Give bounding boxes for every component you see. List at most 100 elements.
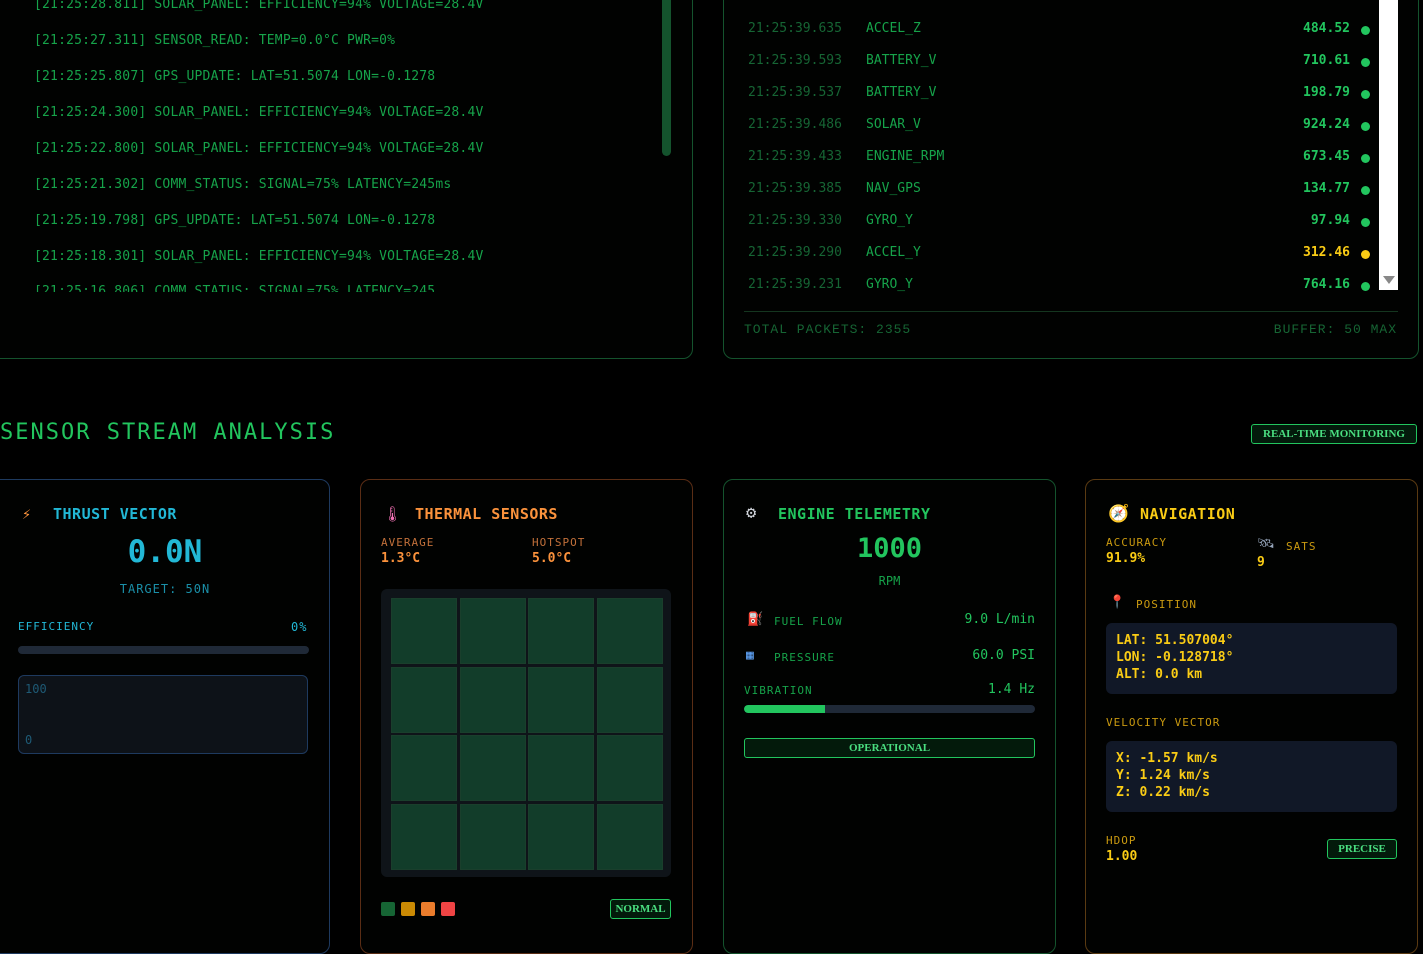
operational-badge: OPERATIONAL: [744, 738, 1035, 758]
efficiency-bar: [18, 646, 309, 654]
log-line: [21:25:21.302] COMM_STATUS: SIGNAL=75% L…: [34, 177, 452, 192]
packet-value: 673.45: [1303, 149, 1350, 164]
vibration-bar-fill: [744, 705, 826, 713]
rpm-value: 1000: [856, 533, 923, 564]
packet-row: 21:25:39.486 SOLAR_V 924.24: [748, 117, 1378, 137]
scroll-down-arrow-icon[interactable]: [1383, 276, 1395, 284]
velocity-z: Z: 0.22 km/s: [1116, 785, 1210, 800]
status-dot-icon: [1361, 122, 1370, 131]
heat-cell: [459, 666, 526, 733]
vibration-bar: [744, 705, 1035, 713]
status-dot-icon: [1361, 250, 1370, 259]
heat-cell: [596, 666, 663, 733]
packet-time: 21:25:39.330: [748, 213, 842, 228]
thrust-title: THRUST VECTOR: [53, 505, 177, 523]
heat-cell: [528, 803, 594, 870]
status-dot-icon: [1361, 58, 1370, 67]
packet-value: 312.46: [1303, 245, 1350, 260]
sats-value: 9: [1257, 555, 1265, 570]
position-box: LAT: 51.507004° LON: -0.128718° ALT: 0.0…: [1106, 623, 1397, 694]
packet-sensor: ACCEL_Z: [866, 21, 921, 36]
thermal-title: THERMAL SENSORS: [415, 505, 558, 523]
status-dot-icon: [1361, 282, 1370, 291]
packet-time: 21:25:39.635: [748, 21, 842, 36]
accuracy-value: 91.9%: [1106, 551, 1146, 566]
status-dot-icon: [1361, 154, 1370, 163]
compass-icon: 🧭: [1108, 504, 1130, 524]
realtime-monitoring-badge: REAL-TIME MONITORING: [1251, 424, 1417, 444]
packet-value: 97.94: [1310, 213, 1350, 228]
log-line: [21:25:19.798] GPS_UPDATE: LAT=51.5074 L…: [34, 213, 436, 228]
heat-cell: [528, 735, 594, 801]
thermal-status-badge: NORMAL: [610, 899, 671, 919]
hotspot-label: HOTSPOT: [532, 536, 586, 549]
heat-cell: [459, 735, 526, 801]
packet-time: 21:25:39.290: [748, 245, 842, 260]
legend-swatch: [401, 902, 415, 916]
packet-time: 21:25:39.486: [748, 117, 842, 132]
engine-title: ENGINE TELEMETRY: [778, 505, 931, 523]
vibration-value: 1.4 Hz: [988, 682, 1035, 697]
gear-icon: ⚙: [746, 503, 757, 523]
fuel-flow-value: 9.0 L/min: [964, 612, 1035, 627]
log-line: [21:25:24.300] SOLAR_PANEL: EFFICIENCY=9…: [34, 105, 484, 120]
packet-row: 21:25:39.330 GYRO_Y 97.94: [748, 213, 1378, 233]
packet-row: 21:25:39.385 NAV_GPS 134.77: [748, 181, 1378, 201]
thrust-value: 0.0N: [127, 534, 203, 570]
total-packets: TOTAL PACKETS: 2355: [744, 322, 912, 337]
rpm-unit: RPM: [878, 574, 901, 588]
heat-cell: [391, 803, 457, 870]
longitude: LON: -0.128718°: [1116, 650, 1234, 665]
packet-scrollbar[interactable]: [1379, 0, 1398, 290]
efficiency-value: 0%: [291, 620, 308, 634]
thrust-chart-min: 0: [25, 733, 33, 747]
hdop-label: HDOP: [1106, 834, 1137, 847]
buffer-size: BUFFER: 50 MAX: [1273, 322, 1397, 337]
thermal-heatmap: [381, 589, 671, 877]
packet-value: 924.24: [1303, 117, 1350, 132]
velocity-box: X: -1.57 km/s Y: 1.24 km/s Z: 0.22 km/s: [1106, 741, 1397, 812]
legend-swatch: [441, 902, 455, 916]
hdop-precise-badge: PRECISE: [1327, 839, 1397, 859]
hotspot-value: 5.0°C: [532, 551, 572, 566]
accuracy-label: ACCURACY: [1106, 536, 1167, 549]
log-scrollbar[interactable]: [662, 0, 671, 156]
heat-cell: [391, 735, 457, 801]
packet-time: 21:25:39.385: [748, 181, 842, 196]
packet-sensor: SOLAR_V: [866, 117, 921, 132]
heat-cell: [528, 666, 594, 733]
heat-cell: [459, 598, 526, 664]
packet-row: 21:25:39.635 ACCEL_Z 484.52: [748, 21, 1378, 41]
fuel-pump-icon: ⛽: [747, 612, 764, 627]
efficiency-label: EFFICIENCY: [18, 620, 95, 633]
packet-footer-divider: [744, 311, 1398, 312]
lightning-icon: ⚡: [22, 505, 32, 523]
packet-value: 484.52: [1303, 21, 1350, 36]
log-line: [21:25:18.301] SOLAR_PANEL: EFFICIENCY=9…: [34, 249, 484, 264]
thrust-chart-max: 100: [25, 682, 47, 696]
velocity-label: VELOCITY VECTOR: [1106, 716, 1221, 729]
thrust-chart: 100 0: [18, 675, 308, 754]
packet-sensor: GYRO_Y: [866, 277, 913, 292]
velocity-x: X: -1.57 km/s: [1116, 751, 1218, 766]
vibration-label: VIBRATION: [744, 684, 813, 697]
navigation-title: NAVIGATION: [1140, 505, 1236, 523]
packet-row: 21:25:39.688ACCEL_X332.15: [748, 0, 1378, 2]
packet-sensor: NAV_GPS: [866, 181, 921, 196]
packet-row: 21:25:39.290 ACCEL_Y 312.46: [748, 245, 1378, 265]
thermometer-icon: 🌡: [383, 505, 403, 523]
section-title: SENSOR STREAM ANALYSIS: [0, 420, 336, 445]
sats-label: SATS: [1286, 540, 1317, 553]
packet-time: 21:25:39.231: [748, 277, 842, 292]
heat-cell: [596, 735, 663, 801]
heat-cell: [391, 666, 457, 733]
packet-row: 21:25:39.537 BATTERY_V 198.79: [748, 85, 1378, 105]
heat-cell: [391, 598, 457, 664]
legend-swatch: [421, 902, 435, 916]
thrust-target: TARGET: 50N: [119, 582, 211, 596]
packet-value: 710.61: [1303, 53, 1350, 68]
heat-cell: [596, 598, 663, 664]
status-dot-icon: [1361, 186, 1370, 195]
legend-swatch: [381, 902, 395, 916]
packet-time: 21:25:39.537: [748, 85, 842, 100]
